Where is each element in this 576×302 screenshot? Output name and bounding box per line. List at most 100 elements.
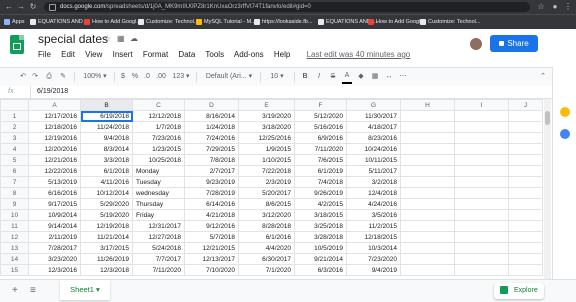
- column-header[interactable]: D: [184, 99, 239, 111]
- cell[interactable]: 4/21/2018: [184, 209, 239, 221]
- cell[interactable]: Friday: [132, 209, 185, 221]
- last-edit-link[interactable]: Last edit was 40 minutes ago: [307, 50, 411, 59]
- cell[interactable]: 4/11/2016: [80, 176, 133, 188]
- cell[interactable]: wednesday: [132, 187, 185, 199]
- cell[interactable]: [508, 176, 543, 188]
- row-header[interactable]: 3: [0, 132, 29, 144]
- row-header[interactable]: 6: [0, 165, 29, 177]
- reload-icon[interactable]: ↻: [28, 2, 38, 12]
- cell[interactable]: 12/18/2015: [346, 231, 401, 243]
- row-header[interactable]: 5: [0, 154, 29, 166]
- cell[interactable]: 10/9/2014: [28, 209, 81, 221]
- cell[interactable]: 6/1/2018: [80, 165, 133, 177]
- column-header[interactable]: G: [346, 99, 401, 111]
- paint-format-icon[interactable]: ✎: [58, 68, 68, 86]
- star-icon[interactable]: ☆: [104, 34, 111, 43]
- cell[interactable]: 1/7/2018: [132, 121, 185, 133]
- text-color-button[interactable]: A: [342, 68, 352, 84]
- cell[interactable]: 7/11/2020: [294, 143, 347, 155]
- bookmark-item[interactable]: How to Add Googl...: [368, 15, 425, 29]
- cell[interactable]: [454, 132, 509, 144]
- cell[interactable]: 7/23/2016: [132, 132, 185, 144]
- collapse-icon[interactable]: ⌃: [538, 68, 548, 86]
- cell[interactable]: 3/2/2018: [346, 176, 401, 188]
- cell[interactable]: 7/10/2020: [184, 264, 239, 276]
- bookmark-item[interactable]: Customize: Technol...: [420, 15, 480, 29]
- cell[interactable]: 10/11/2015: [346, 154, 401, 166]
- cell[interactable]: 12/13/2017: [184, 253, 239, 265]
- cell[interactable]: [508, 110, 543, 122]
- cell[interactable]: 10/3/2014: [346, 242, 401, 254]
- column-header[interactable]: B: [80, 99, 133, 111]
- strikethrough-button[interactable]: S: [328, 68, 338, 86]
- column-header[interactable]: F: [294, 99, 347, 111]
- borders-icon[interactable]: ▦: [370, 68, 380, 86]
- column-header[interactable]: I: [454, 99, 509, 111]
- cell[interactable]: 7/28/2017: [28, 242, 81, 254]
- cell[interactable]: Monday: [132, 165, 185, 177]
- cell[interactable]: 7/23/2020: [346, 253, 401, 265]
- cell[interactable]: [508, 242, 543, 254]
- menu-tools[interactable]: Tools: [205, 50, 224, 59]
- cell[interactable]: [454, 264, 509, 276]
- bookmark-item[interactable]: Customize: Technol...: [138, 15, 198, 29]
- cell[interactable]: [400, 198, 455, 210]
- cell[interactable]: [454, 154, 509, 166]
- cell[interactable]: [508, 264, 543, 276]
- cell[interactable]: 10/12/2014: [80, 187, 133, 199]
- cell[interactable]: [400, 187, 455, 199]
- cell[interactable]: [454, 165, 509, 177]
- more-formats-button[interactable]: 123 ▾: [170, 68, 192, 86]
- row-header[interactable]: 1: [0, 110, 29, 122]
- tab-sheet1[interactable]: Sheet1 ▾: [60, 280, 110, 300]
- formula-input[interactable]: 6/19/2018: [30, 86, 68, 98]
- cell[interactable]: 12/3/2018: [80, 264, 133, 276]
- decrease-decimal-button[interactable]: .0: [142, 68, 152, 86]
- cell[interactable]: 5/24/2018: [132, 242, 185, 254]
- cell[interactable]: 1/24/2018: [184, 121, 239, 133]
- cell[interactable]: 12/25/2016: [238, 132, 295, 144]
- cell[interactable]: 10/5/2019: [294, 242, 347, 254]
- menu-file[interactable]: File: [38, 50, 51, 59]
- cell[interactable]: 1/9/2015: [238, 143, 295, 155]
- cell[interactable]: 3/28/2018: [294, 231, 347, 243]
- cell[interactable]: 2/11/2019: [28, 231, 81, 243]
- menu-help[interactable]: Help: [274, 50, 290, 59]
- cell[interactable]: 7/29/2015: [184, 143, 239, 155]
- cell[interactable]: [508, 220, 543, 232]
- back-icon[interactable]: ←: [4, 2, 14, 12]
- redo-icon[interactable]: ↷: [30, 68, 40, 86]
- row-header[interactable]: 14: [0, 253, 29, 265]
- column-header[interactable]: H: [400, 99, 455, 111]
- cell[interactable]: 12/4/2018: [346, 187, 401, 199]
- cell[interactable]: [400, 209, 455, 221]
- cell[interactable]: 9/12/2016: [184, 220, 239, 232]
- cell[interactable]: [400, 154, 455, 166]
- cell[interactable]: [400, 121, 455, 133]
- cell[interactable]: [454, 209, 509, 221]
- currency-format-button[interactable]: $: [118, 68, 128, 86]
- column-header[interactable]: J: [508, 99, 543, 111]
- cell[interactable]: 12/19/2018: [80, 220, 133, 232]
- cell[interactable]: [400, 253, 455, 265]
- vertical-scrollbar[interactable]: [544, 99, 551, 279]
- cell[interactable]: 4/18/2017: [346, 121, 401, 133]
- cell[interactable]: 7/6/2015: [294, 154, 347, 166]
- cell[interactable]: [508, 143, 543, 155]
- zoom-select[interactable]: 100% ▾: [80, 68, 110, 86]
- cell[interactable]: [508, 253, 543, 265]
- cell[interactable]: 7/22/2018: [238, 165, 295, 177]
- row-header[interactable]: 10: [0, 209, 29, 221]
- bookmark-item[interactable]: Apps: [4, 15, 25, 29]
- cell[interactable]: 7/1/2020: [238, 264, 295, 276]
- cell[interactable]: 5/29/2020: [80, 198, 133, 210]
- cell[interactable]: 5/7/2018: [184, 231, 239, 243]
- row-header[interactable]: 12: [0, 231, 29, 243]
- cell[interactable]: 9/17/2015: [28, 198, 81, 210]
- cell[interactable]: 6/30/2017: [238, 253, 295, 265]
- cell[interactable]: [400, 264, 455, 276]
- scroll-thumb[interactable]: [545, 111, 550, 125]
- column-header[interactable]: E: [238, 99, 295, 111]
- bookmark-item[interactable]: EQUATIONS AND I...: [30, 15, 90, 29]
- cell[interactable]: 5/13/2019: [28, 176, 81, 188]
